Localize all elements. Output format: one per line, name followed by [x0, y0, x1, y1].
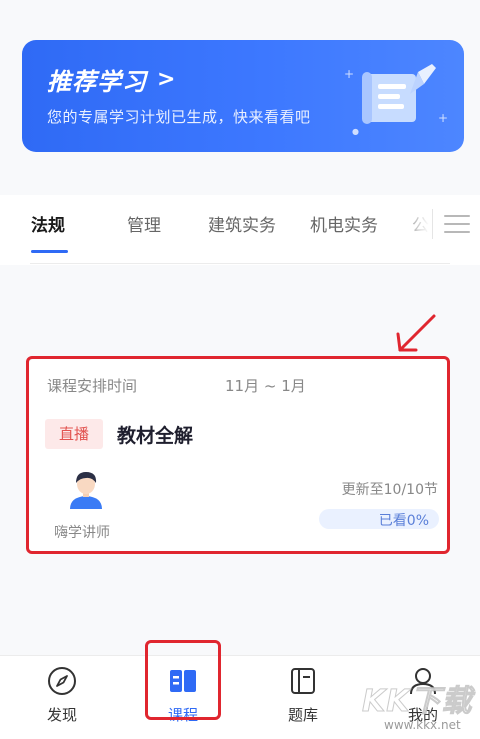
tab-fade — [395, 195, 435, 255]
nav-label: 题库 — [287, 706, 318, 724]
banner-subtitle: 您的专属学习计划已生成，快来看看吧 — [47, 108, 311, 126]
update-status: 更新至10/10节 — [341, 482, 438, 498]
recommend-study-banner[interactable]: 推荐学习 > 您的专属学习计划已生成，快来看看吧 + + ● — [22, 40, 464, 152]
scroll-quill-icon — [362, 64, 436, 124]
bottom-nav: 发现 课程 题库 我的 — [0, 655, 480, 739]
banner-title: 推荐学习 — [47, 68, 147, 96]
book-icon — [170, 670, 196, 692]
course-page: 推荐学习 > 您的专属学习计划已生成，快来看看吧 + + ● 法规 管理 建筑实… — [0, 0, 480, 739]
watch-progress: 已看0% — [319, 509, 439, 529]
annotation-arrow-icon — [396, 314, 436, 352]
nav-label: 发现 — [46, 706, 77, 724]
progress-label: 已看0% — [378, 513, 429, 529]
banner-title-row: 推荐学习 > — [47, 62, 175, 97]
teacher-avatar — [70, 472, 102, 509]
nav-profile[interactable]: 我的 — [378, 656, 468, 739]
user-icon — [410, 668, 436, 695]
nav-label: 课程 — [167, 706, 198, 724]
tab-management[interactable]: 管理 — [127, 211, 161, 236]
question-bank-icon — [291, 668, 315, 694]
divider — [432, 209, 433, 239]
nav-courses[interactable]: 课程 — [138, 656, 228, 739]
tab-laws[interactable]: 法规 — [31, 211, 65, 236]
course-card[interactable]: 课程安排时间 11月 ~ 1月 直播 教材全解 嗨学讲师 更新至10/10节 已… — [29, 359, 450, 554]
divider — [30, 263, 450, 264]
active-tab-indicator — [31, 250, 68, 253]
live-badge: 直播 — [45, 419, 103, 449]
schedule-value: 11月 ~ 1月 — [225, 377, 306, 395]
subject-tabs: 法规 管理 建筑实务 机电实务 公 — [0, 195, 480, 265]
tab-construction-practice[interactable]: 建筑实务 — [208, 211, 276, 236]
menu-lines-icon[interactable] — [444, 215, 470, 235]
compass-icon — [48, 667, 76, 695]
nav-discover[interactable]: 发现 — [17, 656, 107, 739]
schedule-label: 课程安排时间 — [47, 377, 138, 395]
teacher-name: 嗨学讲师 — [54, 525, 110, 541]
nav-label: 我的 — [407, 706, 438, 724]
chevron-right-icon: > — [157, 67, 176, 92]
sparkle-icon: + — [344, 67, 355, 81]
nav-question-bank[interactable]: 题库 — [258, 656, 348, 739]
course-title: 教材全解 — [117, 425, 194, 447]
tab-mechanical-practice[interactable]: 机电实务 — [310, 211, 378, 236]
